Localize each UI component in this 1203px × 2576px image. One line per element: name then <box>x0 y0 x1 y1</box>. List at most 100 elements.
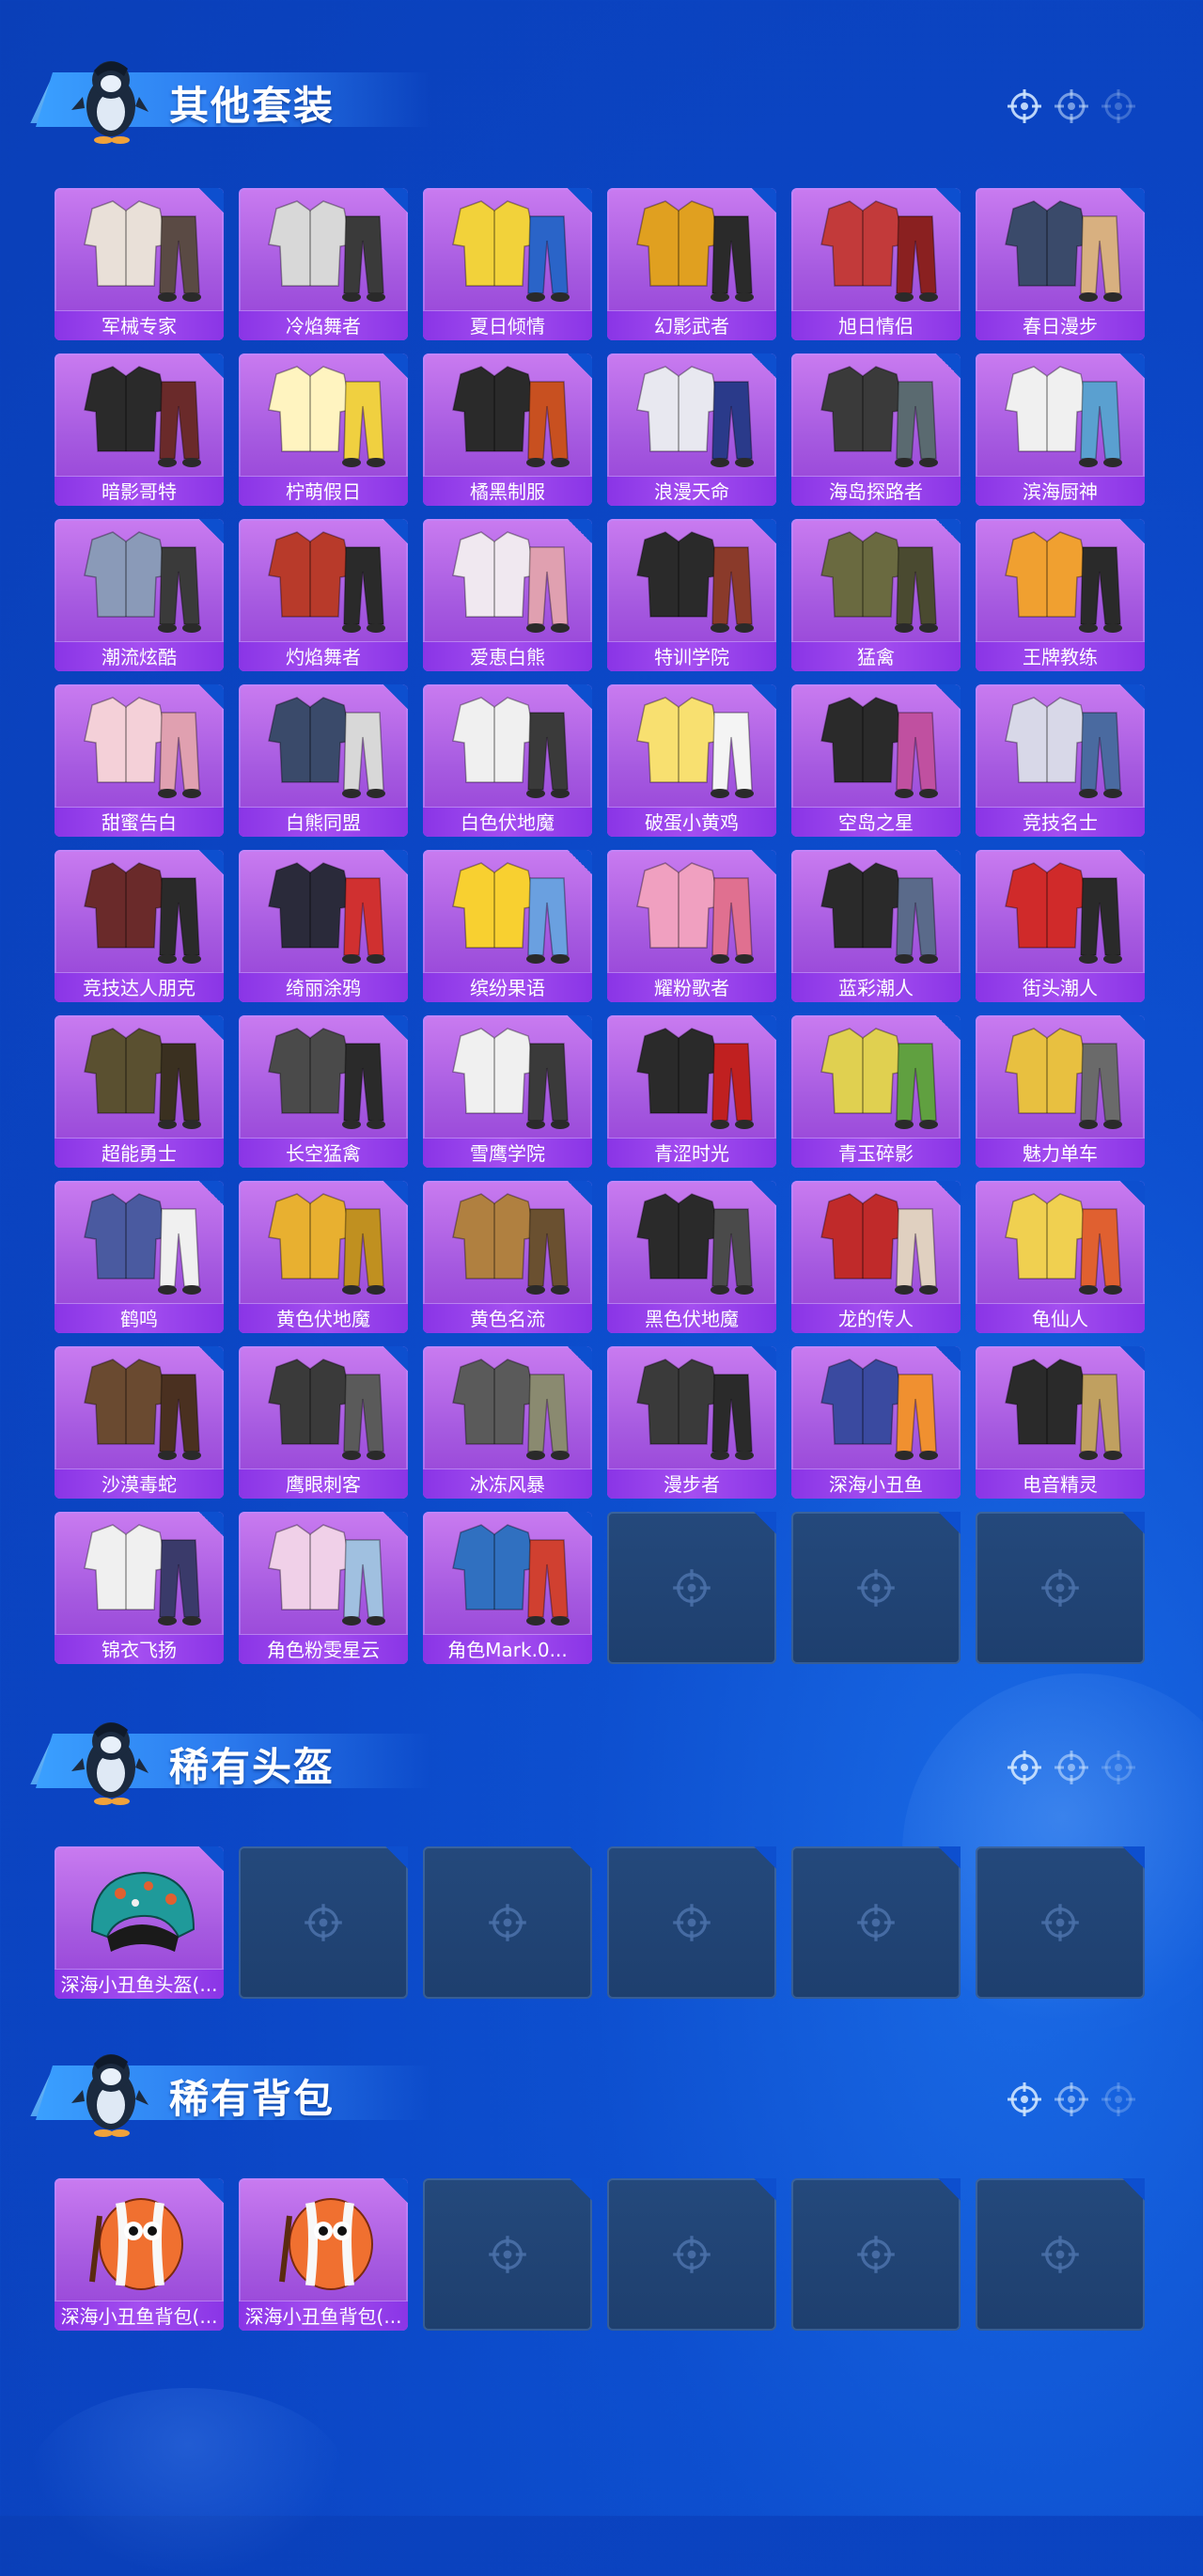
outfit-image <box>452 1524 570 1626</box>
item-label: 青涩时光 <box>607 1138 776 1168</box>
item-card[interactable]: 深海小丑鱼背包(... <box>239 2178 408 2331</box>
outfit-image <box>820 531 938 633</box>
item-card[interactable]: 蓝彩潮人 <box>791 850 961 1002</box>
item-card[interactable]: 甜蜜告白 <box>55 684 224 837</box>
item-card[interactable]: 锦衣飞扬 <box>55 1512 224 1664</box>
item-card[interactable]: 龙的传人 <box>791 1181 961 1333</box>
item-label: 黑色伏地魔 <box>607 1303 776 1333</box>
item-label: 深海小丑鱼头盔(... <box>55 1969 224 1999</box>
item-label: 雪鹰学院 <box>423 1138 592 1168</box>
item-card[interactable]: 白色伏地魔 <box>423 684 592 837</box>
item-card[interactable]: 雪鹰学院 <box>423 1015 592 1168</box>
item-card[interactable]: 白熊同盟 <box>239 684 408 837</box>
empty-slot <box>423 2178 592 2331</box>
item-label: 橘黑制服 <box>423 476 592 506</box>
item-card[interactable]: 冰冻风暴 <box>423 1346 592 1499</box>
item-card[interactable]: 柠萌假日 <box>239 353 408 506</box>
item-label: 沙漠毒蛇 <box>55 1469 224 1499</box>
item-card[interactable]: 幻影武者 <box>607 188 776 340</box>
outfit-image <box>1005 1028 1122 1129</box>
item-card[interactable]: 夏日倾情 <box>423 188 592 340</box>
item-card[interactable]: 春日漫步 <box>976 188 1145 340</box>
outfit-image <box>452 1193 570 1295</box>
item-card[interactable]: 军械专家 <box>55 188 224 340</box>
item-card[interactable]: 黑色伏地魔 <box>607 1181 776 1333</box>
item-card[interactable]: 旭日情侣 <box>791 188 961 340</box>
item-card[interactable]: 青玉碎影 <box>791 1015 961 1168</box>
item-label: 电音精灵 <box>976 1469 1145 1499</box>
item-card[interactable]: 滨海厨神 <box>976 353 1145 506</box>
crosshair-icon <box>487 1902 528 1943</box>
section-header: 其他套装 <box>28 52 1156 155</box>
item-card[interactable]: 深海小丑鱼 <box>791 1346 961 1499</box>
item-card[interactable]: 冷焰舞者 <box>239 188 408 340</box>
item-card[interactable]: 黄色伏地魔 <box>239 1181 408 1333</box>
item-label: 青玉碎影 <box>791 1138 961 1168</box>
item-label: 白熊同盟 <box>239 807 408 837</box>
empty-slot <box>791 2178 961 2331</box>
item-label: 长空猛禽 <box>239 1138 408 1168</box>
item-card[interactable]: 黄色名流 <box>423 1181 592 1333</box>
crosshair-icon <box>1006 2081 1043 2118</box>
item-card[interactable]: 耀粉歌者 <box>607 850 776 1002</box>
item-card[interactable]: 深海小丑鱼背包(... <box>55 2178 224 2331</box>
outfit-image <box>820 1193 938 1295</box>
item-card[interactable]: 沙漠毒蛇 <box>55 1346 224 1499</box>
item-card[interactable]: 超能勇士 <box>55 1015 224 1168</box>
item-card[interactable]: 角色Mark.0... <box>423 1512 592 1664</box>
item-card[interactable]: 长空猛禽 <box>239 1015 408 1168</box>
item-label: 锦衣飞扬 <box>55 1634 224 1664</box>
item-card[interactable]: 橘黑制服 <box>423 353 592 506</box>
outfit-image <box>84 1359 201 1460</box>
item-label: 竞技达人朋克 <box>55 972 224 1002</box>
item-label: 海岛探路者 <box>791 476 961 506</box>
crosshair-icon <box>1100 2081 1137 2118</box>
item-card[interactable]: 青涩时光 <box>607 1015 776 1168</box>
item-label: 暗影哥特 <box>55 476 224 506</box>
item-card[interactable]: 深海小丑鱼头盔(... <box>55 1846 224 1999</box>
item-card[interactable]: 海岛探路者 <box>791 353 961 506</box>
item-card[interactable]: 漫步者 <box>607 1346 776 1499</box>
item-card[interactable]: 魅力单车 <box>976 1015 1145 1168</box>
item-label: 冰冻风暴 <box>423 1469 592 1499</box>
penguin-avatar-icon <box>71 2054 148 2137</box>
outfit-image <box>452 697 570 798</box>
backpack-image <box>279 2198 373 2290</box>
empty-slot <box>976 2178 1145 2331</box>
item-card[interactable]: 猛禽 <box>791 519 961 671</box>
crosshair-icon <box>855 2234 897 2275</box>
item-card[interactable]: 破蛋小黄鸡 <box>607 684 776 837</box>
item-card[interactable]: 灼焰舞者 <box>239 519 408 671</box>
item-card[interactable]: 空岛之星 <box>791 684 961 837</box>
item-card[interactable]: 缤纷果语 <box>423 850 592 1002</box>
item-card[interactable]: 浪漫天命 <box>607 353 776 506</box>
item-card[interactable]: 特训学院 <box>607 519 776 671</box>
outfit-image <box>1005 531 1122 633</box>
empty-slot <box>239 1846 408 1999</box>
section-rare-backpacks: 稀有背包 深海小丑鱼背包(... 深海小丑鱼背包(... <box>0 2045 1203 2346</box>
item-card[interactable]: 龟仙人 <box>976 1181 1145 1333</box>
decorative-planet-bottom <box>28 2388 348 2576</box>
item-card[interactable]: 竞技名士 <box>976 684 1145 837</box>
header-decor-icons <box>1006 87 1156 129</box>
item-card[interactable]: 暗影哥特 <box>55 353 224 506</box>
item-card[interactable]: 街头潮人 <box>976 850 1145 1002</box>
section-header: 稀有头盔 <box>28 1713 1156 1816</box>
item-card[interactable]: 爱恵白熊 <box>423 519 592 671</box>
item-card[interactable]: 王牌教练 <box>976 519 1145 671</box>
outfit-image <box>636 366 754 467</box>
empty-slot <box>791 1512 961 1664</box>
item-card[interactable]: 潮流炫酷 <box>55 519 224 671</box>
item-card[interactable]: 电音精灵 <box>976 1346 1145 1499</box>
item-card[interactable]: 鹤鸣 <box>55 1181 224 1333</box>
empty-slot <box>976 1846 1145 1999</box>
item-card[interactable]: 鹰眼刺客 <box>239 1346 408 1499</box>
crosshair-icon <box>1053 2081 1090 2118</box>
outfit-image <box>1005 200 1122 302</box>
item-card[interactable]: 角色粉雯星云 <box>239 1512 408 1664</box>
crosshair-icon <box>303 1902 344 1943</box>
helmet-image <box>90 1871 195 1952</box>
item-card[interactable]: 绮丽涂鸦 <box>239 850 408 1002</box>
item-card[interactable]: 竞技达人朋克 <box>55 850 224 1002</box>
crosshair-icon <box>671 1567 712 1609</box>
